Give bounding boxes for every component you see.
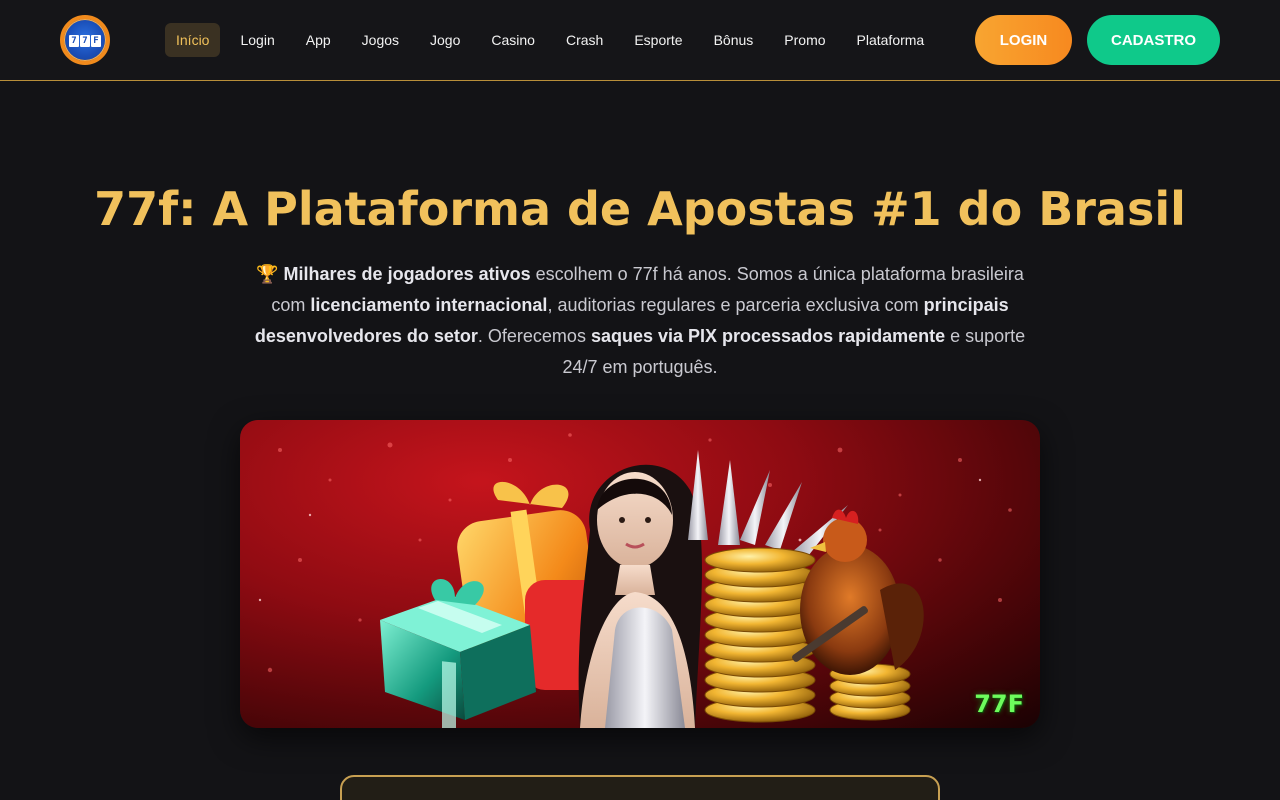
- banner-artwork: [258, 433, 1012, 728]
- logo-icon[interactable]: 77F: [60, 15, 110, 65]
- info-card: [340, 775, 940, 800]
- nav-item-login[interactable]: Login: [229, 23, 285, 57]
- promo-banner[interactable]: 77F: [240, 420, 1040, 728]
- nav-item-bonus[interactable]: Bônus: [703, 23, 765, 57]
- main-nav: Início Login App Jogos Jogo Casino Crash…: [165, 23, 944, 57]
- hero-description: 🏆 Milhares de jogadores ativos escolhem …: [250, 259, 1030, 383]
- desc-highlight-license: licenciamento internacional: [310, 295, 548, 315]
- logo-digit-2: 7: [80, 35, 90, 47]
- site-header: 77F Início Login App Jogos Jogo Casino C…: [0, 0, 1280, 81]
- nav-item-casino[interactable]: Casino: [480, 23, 546, 57]
- logo-digit-1: 7: [69, 35, 79, 47]
- nav-item-app[interactable]: App: [295, 23, 342, 57]
- nav-item-plataforma[interactable]: Plataforma: [846, 23, 936, 57]
- desc-highlight-players: Milhares de jogadores ativos: [283, 264, 531, 284]
- logo-text: 77F: [64, 33, 106, 47]
- signup-button[interactable]: CADASTRO: [1087, 15, 1220, 65]
- nav-item-inicio[interactable]: Início: [165, 23, 221, 57]
- trophy-icon: 🏆: [256, 264, 279, 284]
- banner-brand-label: 77F: [974, 690, 1024, 718]
- logo-digit-3: F: [91, 35, 101, 47]
- nav-item-crash[interactable]: Crash: [555, 23, 614, 57]
- desc-text-3: . Oferecemos: [477, 326, 591, 346]
- nav-item-jogo[interactable]: Jogo: [419, 23, 471, 57]
- desc-highlight-pix: saques via PIX processados rapidamente: [590, 326, 946, 346]
- nav-item-jogos[interactable]: Jogos: [351, 23, 410, 57]
- nav-item-esporte[interactable]: Esporte: [623, 23, 693, 57]
- nav-item-promo[interactable]: Promo: [773, 23, 836, 57]
- login-button[interactable]: LOGIN: [975, 15, 1072, 65]
- page-title: 77f: A Plataforma de Apostas #1 do Brasi…: [94, 182, 1186, 236]
- desc-text-2: , auditorias regulares e parceria exclus…: [547, 295, 924, 315]
